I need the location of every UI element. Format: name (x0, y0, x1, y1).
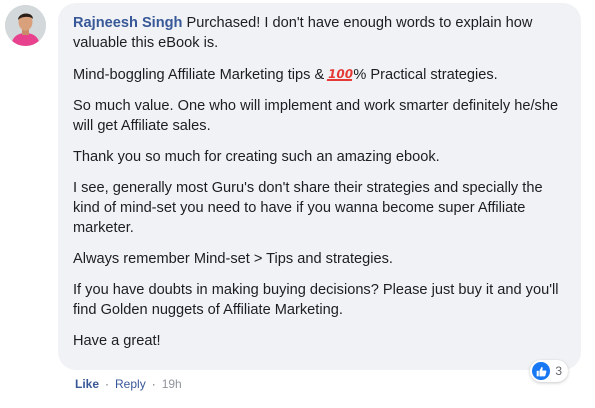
comment-paragraph-5: I see, generally most Guru's don't share… (73, 180, 543, 236)
separator: · (105, 377, 110, 391)
comment-paragraph-text: Mind-boggling Affiliate Marketing tips & (73, 67, 329, 83)
comment-text: Rajneesh Singh Purchased! I don't have en… (73, 13, 567, 351)
separator: · (151, 377, 156, 391)
reaction-summary[interactable]: 3 (530, 360, 568, 382)
comment-paragraph-7: If you have doubts in making buying deci… (73, 282, 559, 318)
comment-author[interactable]: Rajneesh Singh (73, 15, 182, 31)
comment-bubble: Rajneesh Singh Purchased! I don't have en… (58, 3, 581, 382)
comment-paragraph-2: Mind-boggling Affiliate Marketing tips &… (73, 65, 567, 85)
comment-paragraph-4: Thank you so much for creating such an a… (73, 149, 440, 165)
comment-paragraph-text: % Practical strategies. (353, 67, 498, 83)
comment-timestamp[interactable]: 19h (162, 377, 182, 391)
comment-paragraph-6: Always remember Mind-set > Tips and stra… (73, 251, 393, 267)
hundred-points-emoji-icon: 100 (327, 67, 355, 81)
comment-paragraph-3: So much value. One who will implement an… (73, 98, 559, 134)
avatar-image (5, 5, 46, 46)
comment-paragraph-1: Rajneesh Singh Purchased! I don't have en… (73, 13, 567, 53)
reply-button[interactable]: Reply (115, 377, 146, 391)
comment-actions: Like · Reply · 19h (75, 377, 182, 391)
reaction-count: 3 (555, 364, 562, 378)
like-button[interactable]: Like (75, 377, 99, 391)
comment-paragraph-8: Have a great! (73, 333, 161, 349)
like-thumbs-up-icon (532, 362, 551, 380)
avatar[interactable] (5, 5, 46, 46)
